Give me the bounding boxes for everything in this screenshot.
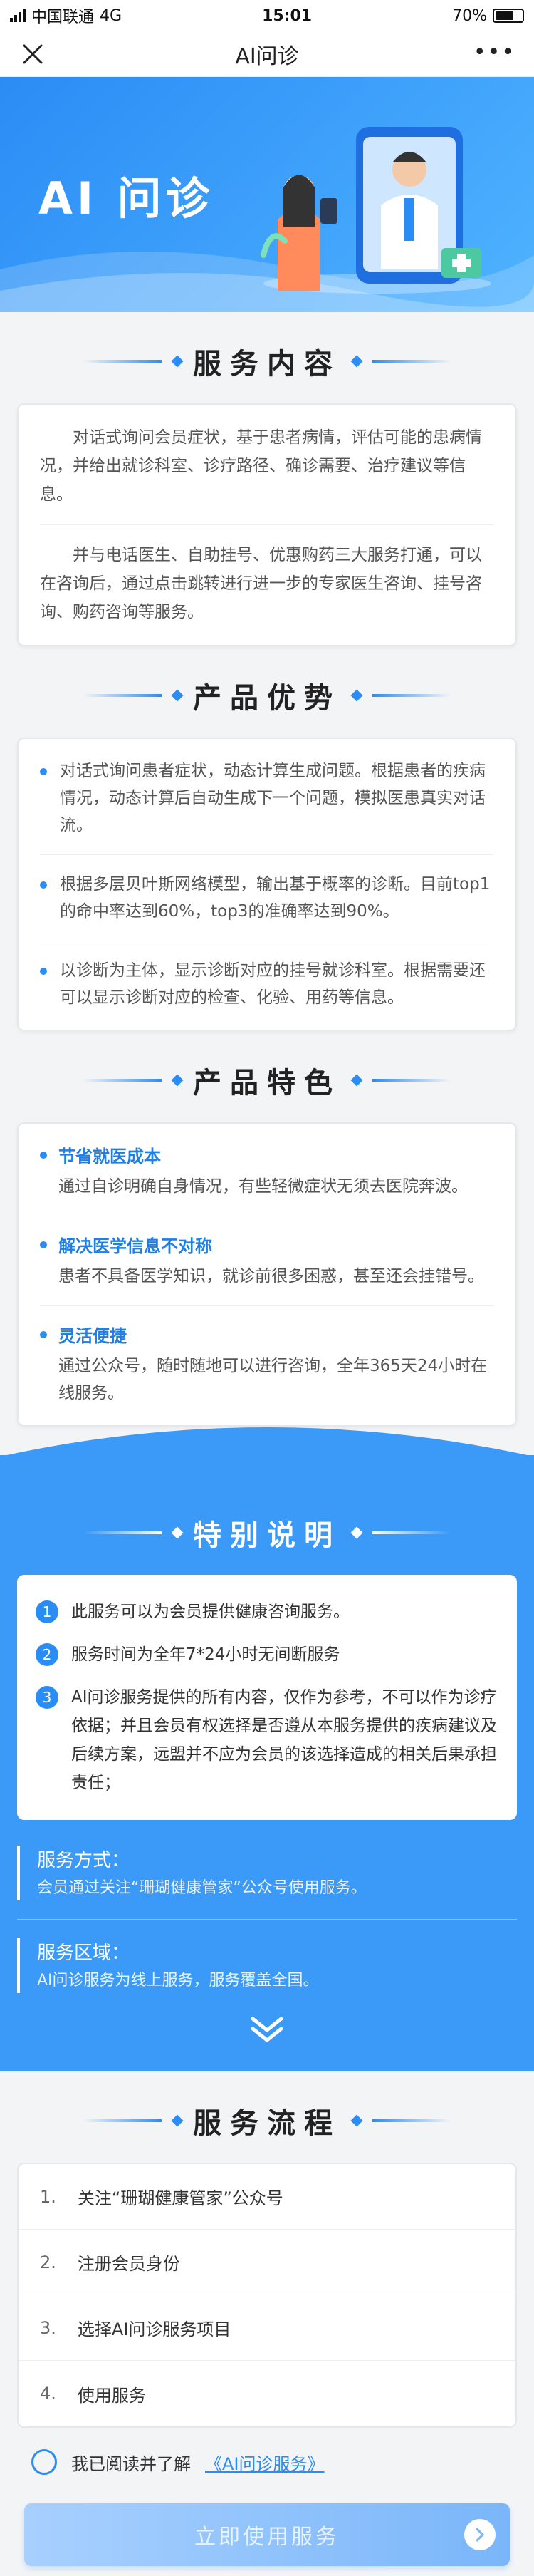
advantage-text: 以诊断为主体，显示诊断对应的挂号就诊科室。根据需要还可以显示诊断对应的检查、化验…	[60, 961, 486, 1007]
service-content-paragraph: 对话式询问会员症状，基于患者病情，评估可能的患病情况，并给出就诊科室、诊疗路径、…	[40, 428, 482, 504]
bullet-icon	[40, 1151, 47, 1159]
notice-text: AI问诊服务提供的所有内容，仅作为参考，不可以作为诊疗依据；并且会员有权选择是否…	[71, 1688, 497, 1792]
flow-step-text: 关注“珊瑚健康管家”公众号	[77, 2188, 283, 2208]
flow-step-text: 选择AI问诊服务项目	[77, 2319, 231, 2339]
bullet-icon	[40, 968, 47, 975]
feature-item: 节省就医成本 通过自诊明确自身情况，有些轻微症状无须去医院奔波。	[40, 1142, 494, 1200]
product-features-title: 产品特色	[193, 1067, 341, 1100]
signal-icon	[10, 9, 26, 22]
special-notes-card: 1 此服务可以为会员提供健康咨询服务。 2 服务时间为全年7*24小时无间断服务…	[17, 1575, 517, 1820]
product-features-card: 节省就医成本 通过自诊明确自身情况，有些轻微症状无须去医院奔波。 解决医学信息不…	[17, 1122, 517, 1427]
advantage-text: 对话式询问患者症状，动态计算生成问题。根据患者的疾病情况，动态计算后自动生成下一…	[60, 762, 486, 834]
feature-desc: 通过自诊明确自身情况，有些轻微症状无须去医院奔波。	[58, 1177, 468, 1196]
flow-step: 1. 关注“珊瑚健康管家”公众号	[19, 2164, 515, 2230]
flow-step-number: 3.	[40, 2317, 56, 2338]
notice-text: 此服务可以为会员提供健康咨询服务。	[71, 1603, 350, 1621]
advantage-text: 根据多层贝叶斯网络模型，输出基于概率的诊断。目前top1的命中率达到60%，to…	[60, 875, 491, 921]
service-flow-list: 1. 关注“珊瑚健康管家”公众号 2. 注册会员身份 3. 选择AI问诊服务项目…	[17, 2163, 517, 2428]
agreement-link[interactable]: 《AI问诊服务》	[205, 2450, 325, 2475]
flow-step: 3. 选择AI问诊服务项目	[19, 2295, 515, 2361]
service-method-label: 服务方式：	[37, 1850, 130, 1871]
feature-heading: 灵活便捷	[58, 1326, 127, 1346]
service-method-value: 会员通过关注“珊瑚健康管家”公众号使用服务。	[37, 1879, 367, 1897]
notice-item: 3 AI问诊服务提供的所有内容，仅作为参考，不可以作为诊疗依据；并且会员有权选择…	[36, 1683, 498, 1797]
flow-step-number: 1.	[40, 2186, 56, 2207]
notice-text: 服务时间为全年7*24小时无间断服务	[71, 1645, 340, 1664]
notice-number: 3	[36, 1686, 58, 1709]
product-advantages-title: 产品优势	[193, 682, 341, 715]
advantage-item: 以诊断为主体，显示诊断对应的挂号就诊科室。根据需要还可以显示诊断对应的检查、化验…	[40, 957, 494, 1011]
flow-step: 2. 注册会员身份	[19, 2230, 515, 2295]
agreement-text: 我已阅读并了解	[71, 2453, 191, 2474]
service-flow-title: 服务流程	[193, 2107, 341, 2140]
close-icon[interactable]	[20, 41, 46, 67]
service-flow-heading: 服务流程	[0, 2100, 534, 2141]
network-type: 4G	[100, 6, 122, 25]
feature-item: 解决医学信息不对称 患者不具备医学知识，就诊前很多困惑，甚至还会挂错号。	[40, 1232, 494, 1290]
more-icon[interactable]: •••	[473, 42, 515, 63]
use-service-label: 立即使用服务	[194, 2525, 340, 2550]
page-title: AI问诊	[235, 43, 299, 69]
status-bar: 中国联通 4G 15:01 70%	[0, 0, 534, 31]
special-notes-section: 特别说明 1 此服务可以为会员提供健康咨询服务。 2 服务时间为全年7*24小时…	[0, 1427, 534, 2071]
use-service-button[interactable]: 立即使用服务	[24, 2503, 510, 2566]
hero-banner: AI 问诊	[0, 77, 534, 312]
feature-item: 灵活便捷 通过公众号，随时随地可以进行咨询，全年365天24小时在线服务。	[40, 1322, 494, 1407]
feature-desc: 患者不具备医学知识，就诊前很多困惑，甚至还会挂错号。	[58, 1267, 484, 1286]
section-arc-decoration	[0, 1427, 534, 1457]
battery-icon	[493, 9, 524, 23]
feature-desc: 通过公众号，随时随地可以进行咨询，全年365天24小时在线服务。	[58, 1357, 488, 1402]
expand-chevron-icon[interactable]	[17, 2014, 517, 2043]
special-notes-title: 特别说明	[193, 1519, 341, 1552]
notice-item: 2 服务时间为全年7*24小时无间断服务	[36, 1640, 498, 1669]
hero-brand-text: AI 问诊	[38, 172, 214, 224]
status-right: 70%	[452, 7, 524, 25]
notice-item: 1 此服务可以为会员提供健康咨询服务。	[36, 1598, 498, 1626]
special-notes-heading: 特别说明	[17, 1512, 517, 1553]
service-content-title: 服务内容	[193, 348, 341, 381]
service-flow-section: 1. 关注“珊瑚健康管家”公众号 2. 注册会员身份 3. 选择AI问诊服务项目…	[0, 2163, 534, 2428]
service-content-paragraph: 并与电话医生、自助挂号、优惠购药三大服务打通，可以在咨询后，通过点击跳转进行进一…	[40, 546, 482, 621]
notice-number: 2	[36, 1643, 58, 1666]
service-area-block: 服务区域： AI问诊服务为线上服务，服务覆盖全国。	[17, 1938, 517, 1993]
advantage-item: 根据多层贝叶斯网络模型，输出基于概率的诊断。目前top1的命中率达到60%，to…	[40, 871, 494, 925]
bullet-icon	[40, 881, 47, 889]
battery-percent: 70%	[452, 6, 487, 25]
bullet-icon	[40, 1241, 47, 1248]
feature-heading: 节省就医成本	[58, 1147, 161, 1167]
feature-heading: 解决医学信息不对称	[58, 1236, 212, 1256]
service-area-label: 服务区域：	[37, 1943, 130, 1964]
service-area-value: AI问诊服务为线上服务，服务覆盖全国。	[37, 1972, 319, 1990]
flow-step-text: 使用服务	[77, 2385, 146, 2406]
arrow-right-icon	[464, 2519, 496, 2550]
flow-step-number: 4.	[40, 2384, 56, 2404]
product-features-heading: 产品特色	[0, 1060, 534, 1101]
doctor-consult-illustration	[261, 127, 491, 294]
nav-bar: AI问诊 •••	[0, 31, 534, 77]
advantage-item: 对话式询问患者症状，动态计算生成问题。根据患者的疾病情况，动态计算后自动生成下一…	[40, 757, 494, 839]
service-content-card: 对话式询问会员症状，基于患者病情，评估可能的患病情况，并给出就诊科室、诊疗路径、…	[17, 403, 517, 646]
status-time: 15:01	[262, 6, 313, 25]
service-method-block: 服务方式： 会员通过关注“珊瑚健康管家”公众号使用服务。	[17, 1846, 517, 1900]
status-left: 中国联通 4G	[10, 4, 122, 27]
product-advantages-card: 对话式询问患者症状，动态计算生成问题。根据患者的疾病情况，动态计算后自动生成下一…	[17, 738, 517, 1031]
flow-step-text: 注册会员身份	[77, 2254, 180, 2274]
agreement-row: 我已阅读并了解 《AI问诊服务》	[0, 2428, 534, 2496]
flow-step: 4. 使用服务	[19, 2361, 515, 2426]
bullet-icon	[40, 768, 47, 775]
product-advantages-heading: 产品优势	[0, 675, 534, 716]
agreement-checkbox[interactable]	[31, 2449, 57, 2475]
bullet-icon	[40, 1330, 47, 1338]
flow-step-number: 2.	[40, 2252, 56, 2272]
notice-number: 1	[36, 1600, 58, 1623]
service-content-heading: 服务内容	[0, 341, 534, 382]
carrier-name: 中国联通	[31, 9, 95, 26]
